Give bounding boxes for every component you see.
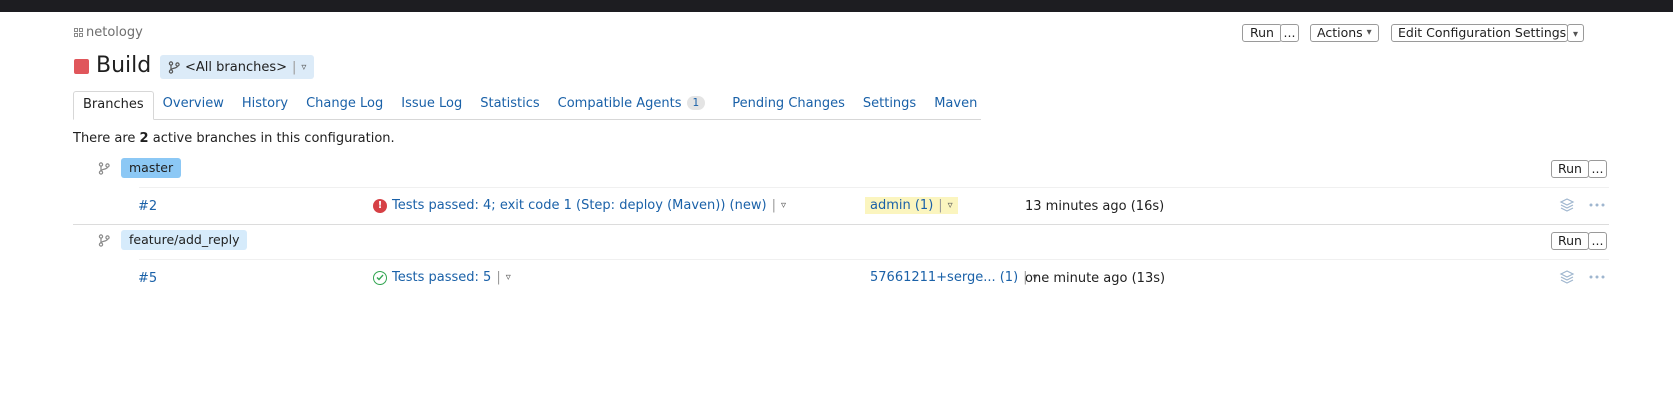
build-status-indicator [74,59,89,74]
tab-history[interactable]: History [233,91,297,120]
agent-count-badge: 1 [686,96,706,110]
layers-icon[interactable] [1559,197,1575,213]
build-number-link[interactable]: #2 [138,199,157,214]
branches-summary: There are 2 active branches in this conf… [73,131,395,146]
branch-run-options-button[interactable]: ... [1588,232,1607,250]
logo-text: netology [86,25,143,40]
branch-tag-master[interactable]: master [121,158,182,178]
chevron-down-icon: ▾ [1366,27,1372,38]
build-status: ! Tests passed: 4; exit code 1 (Step: de… [373,198,786,213]
changes-dropdown[interactable]: admin (1) | ▿ [865,197,958,214]
chevron-down-icon: ▾ [1572,29,1579,40]
chevron-down-icon[interactable]: ▿ [506,272,511,283]
more-options-icon[interactable] [1589,202,1605,208]
page-title: Build [96,53,152,78]
more-options-icon[interactable] [1589,274,1605,280]
separator: | [938,198,943,213]
error-icon: ! [373,198,387,213]
tab-branches[interactable]: Branches [73,91,154,120]
chevron-down-icon: ▿ [947,200,953,211]
actions-button[interactable]: Actions ▾ [1310,24,1379,42]
logo-grid-icon [74,28,83,37]
branch-run-button[interactable]: Run [1551,160,1589,178]
tab-settings[interactable]: Settings [854,91,925,120]
branch-filter-value: <All branches> [185,59,287,75]
row-divider [139,187,1609,188]
actions-label: Actions [1317,25,1363,40]
tab-bar: Branches Overview History Change Log Iss… [73,91,981,120]
branch-filter-select[interactable]: <All branches> | ▿ [160,55,315,79]
tab-issue-log[interactable]: Issue Log [392,91,471,120]
build-status-link[interactable]: Tests passed: 4; exit code 1 (Step: depl… [392,198,767,213]
separator: | [771,198,776,213]
changes-link[interactable]: 57661211+serge... (1) [870,270,1018,285]
tab-maven[interactable]: Maven [925,91,986,120]
chevron-down-icon: ▿ [301,61,307,73]
layers-icon[interactable] [1559,269,1575,285]
edit-configuration-settings-button[interactable]: Edit Configuration Settings [1391,24,1568,42]
branch-run-button[interactable]: Run [1551,232,1589,250]
build-status-link[interactable]: Tests passed: 5 [392,270,491,285]
branch-icon [168,60,180,74]
row-actions [1559,197,1605,213]
run-options-button[interactable]: ... [1280,24,1299,42]
row-actions [1559,269,1605,285]
branch-icon [98,234,110,247]
chevron-down-icon[interactable]: ▿ [781,200,786,211]
branch-divider [73,224,1609,225]
tab-change-log[interactable]: Change Log [297,91,392,120]
separator: | [496,270,501,285]
changes-dropdown[interactable]: 57661211+serge... (1) | ▿ [870,270,1038,285]
row-divider [139,259,1609,260]
app-logo[interactable]: netology [74,25,143,40]
build-time: 13 minutes ago (16s) [1025,199,1165,214]
tab-overview[interactable]: Overview [154,91,233,120]
tab-statistics[interactable]: Statistics [471,91,548,120]
tab-pending-changes[interactable]: Pending Changes [723,91,854,120]
separator: | [292,59,297,75]
branch-icon [98,162,110,175]
active-branch-count: 2 [139,131,149,146]
branch-tag-feature-add-reply[interactable]: feature/add_reply [121,230,248,250]
browser-top-bar [0,0,1673,12]
tab-compatible-agents[interactable]: Compatible Agents 1 [549,91,724,120]
run-button[interactable]: Run [1242,24,1282,42]
changes-link[interactable]: admin (1) [870,198,933,213]
build-status: Tests passed: 5 | ▿ [373,270,511,285]
build-time: one minute ago (13s) [1025,271,1166,286]
success-check-icon [373,270,387,285]
edit-settings-dropdown-button[interactable]: ▾ [1567,24,1584,42]
build-number-link[interactable]: #5 [138,271,157,286]
branch-run-options-button[interactable]: ... [1588,160,1607,178]
